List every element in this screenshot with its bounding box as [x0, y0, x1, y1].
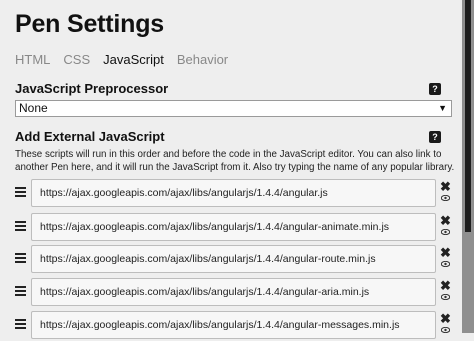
- remove-resource-icon[interactable]: ✖: [440, 246, 451, 259]
- preprocessor-selected-value: None: [19, 101, 48, 115]
- pen-settings-panel: Pen Settings HTML CSS JavaScript Behavio…: [0, 0, 462, 339]
- tab-css[interactable]: CSS: [63, 52, 90, 67]
- external-resource-input[interactable]: https://ajax.googleapis.com/ajax/libs/an…: [31, 245, 436, 273]
- external-resource-input[interactable]: https://ajax.googleapis.com/ajax/libs/an…: [31, 179, 436, 207]
- tab-javascript[interactable]: JavaScript: [103, 52, 164, 67]
- drag-handle-icon[interactable]: [15, 253, 26, 263]
- external-resource-input[interactable]: https://ajax.googleapis.com/ajax/libs/an…: [31, 278, 436, 306]
- external-resource-row: https://ajax.googleapis.com/ajax/libs/an…: [0, 245, 462, 275]
- drag-handle-icon[interactable]: [15, 286, 26, 296]
- external-resource-input[interactable]: https://ajax.googleapis.com/ajax/libs/an…: [31, 311, 436, 339]
- eye-icon[interactable]: [441, 195, 450, 201]
- external-js-help-icon[interactable]: ?: [429, 131, 441, 143]
- preprocessor-label: JavaScript Preprocessor: [15, 81, 169, 96]
- preprocessor-select[interactable]: None ▼: [15, 100, 452, 117]
- remove-resource-icon[interactable]: ✖: [440, 312, 451, 325]
- remove-resource-icon[interactable]: ✖: [440, 180, 451, 193]
- remove-resource-icon[interactable]: ✖: [440, 214, 451, 227]
- drag-handle-icon[interactable]: [15, 221, 26, 231]
- eye-icon[interactable]: [441, 261, 450, 267]
- scrollbar[interactable]: [462, 0, 474, 333]
- drag-handle-icon[interactable]: [15, 319, 26, 329]
- scrollbar-thumb[interactable]: [465, 0, 471, 232]
- remove-resource-icon[interactable]: ✖: [440, 279, 451, 292]
- tab-html[interactable]: HTML: [15, 52, 50, 67]
- page-title: Pen Settings: [15, 10, 165, 38]
- external-resource-row: https://ajax.googleapis.com/ajax/libs/an…: [0, 311, 462, 341]
- external-js-description: These scripts will run in this order and…: [15, 149, 455, 173]
- chevron-down-icon: ▼: [438, 103, 447, 113]
- settings-tabs: HTML CSS JavaScript Behavior: [15, 52, 228, 67]
- eye-icon[interactable]: [441, 294, 450, 300]
- eye-icon[interactable]: [441, 327, 450, 333]
- eye-icon[interactable]: [441, 229, 450, 235]
- tab-behavior[interactable]: Behavior: [177, 52, 228, 67]
- external-resource-input[interactable]: https://ajax.googleapis.com/ajax/libs/an…: [31, 213, 436, 241]
- drag-handle-icon[interactable]: [15, 187, 26, 197]
- external-js-label: Add External JavaScript: [15, 129, 165, 144]
- preprocessor-help-icon[interactable]: ?: [429, 83, 441, 95]
- external-resource-row: https://ajax.googleapis.com/ajax/libs/an…: [0, 179, 462, 209]
- external-resource-row: https://ajax.googleapis.com/ajax/libs/an…: [0, 278, 462, 308]
- external-resource-row: https://ajax.googleapis.com/ajax/libs/an…: [0, 213, 462, 243]
